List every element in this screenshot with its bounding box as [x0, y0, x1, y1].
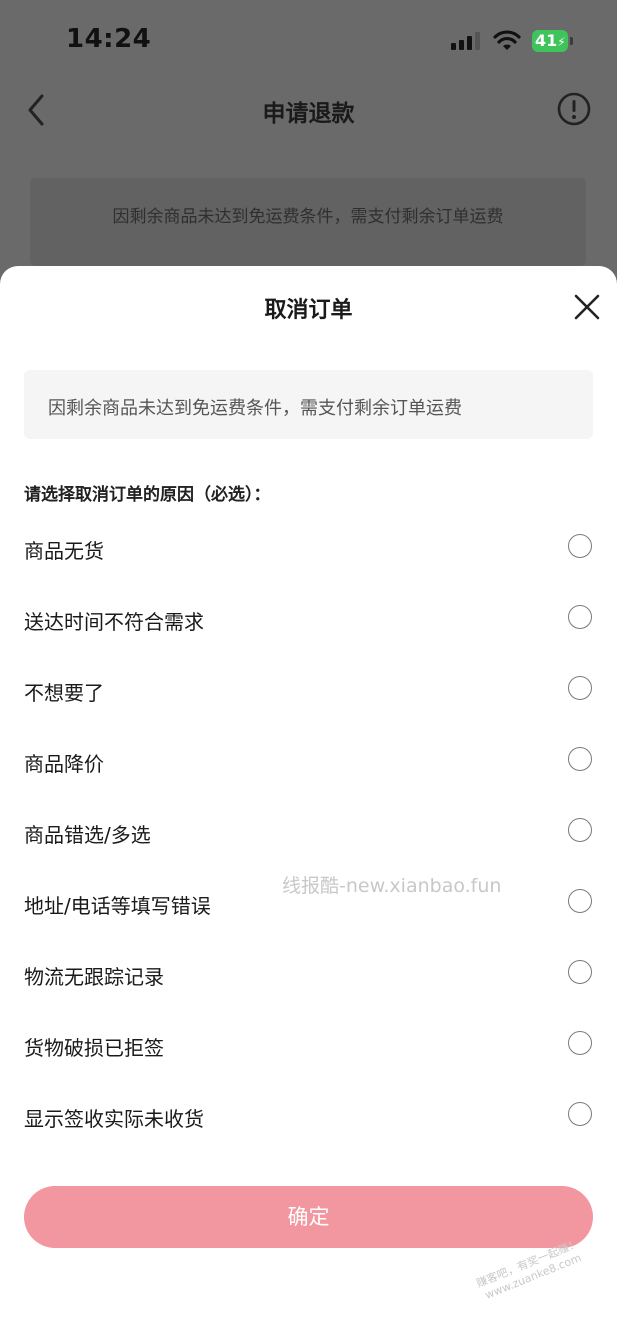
close-icon[interactable]	[573, 293, 601, 321]
reason-label: 商品降价	[24, 752, 104, 776]
info-icon[interactable]	[556, 91, 592, 127]
reason-option[interactable]: 物流无跟踪记录	[0, 937, 617, 1008]
battery-level: 41	[535, 31, 558, 50]
reason-option[interactable]: 显示签收实际未收货	[0, 1079, 617, 1150]
notice-text: 因剩余商品未达到免运费条件，需支付剩余订单运费	[48, 398, 462, 419]
reason-option[interactable]: 送达时间不符合需求	[0, 582, 617, 653]
reason-option[interactable]: 不想要了	[0, 653, 617, 724]
reason-option[interactable]: 商品无货	[0, 511, 617, 582]
background-notice: 因剩余商品未达到免运费条件，需支付剩余订单运费	[30, 178, 586, 266]
reason-label: 商品无货	[24, 539, 104, 563]
reason-label: 商品错选/多选	[24, 823, 151, 847]
reason-label: 送达时间不符合需求	[24, 610, 204, 634]
radio-button[interactable]	[568, 818, 592, 842]
confirm-button[interactable]: 确定	[24, 1186, 593, 1248]
cancel-order-sheet: 取消订单 因剩余商品未达到免运费条件，需支付剩余订单运费 请选择取消订单的原因（…	[0, 266, 617, 1334]
sheet-title: 取消订单	[264, 298, 353, 323]
cellular-signal-icon	[451, 32, 481, 50]
radio-button[interactable]	[568, 747, 592, 771]
radio-button[interactable]	[568, 676, 592, 700]
page-title: 申请退款	[262, 101, 355, 127]
reason-label: 物流无跟踪记录	[24, 965, 164, 989]
reason-label: 显示签收实际未收货	[24, 1107, 204, 1131]
reason-label: 货物破损已拒签	[24, 1036, 164, 1060]
reason-option[interactable]: 货物破损已拒签	[0, 1008, 617, 1079]
reason-option[interactable]: 商品错选/多选	[0, 795, 617, 866]
nav-bar: 申请退款	[0, 80, 617, 140]
reason-option[interactable]: 商品降价	[0, 724, 617, 795]
radio-button[interactable]	[568, 889, 592, 913]
status-time: 14:24	[66, 24, 152, 54]
radio-button[interactable]	[568, 605, 592, 629]
radio-button[interactable]	[568, 1102, 592, 1126]
radio-button[interactable]	[568, 1031, 592, 1055]
battery-tip	[570, 37, 573, 45]
status-bar: 14:24 41⚡	[0, 0, 617, 80]
wifi-icon	[493, 30, 521, 50]
reason-prompt: 请选择取消订单的原因（必选）：	[24, 485, 271, 505]
radio-button[interactable]	[568, 960, 592, 984]
reason-label: 不想要了	[24, 681, 104, 705]
battery-icon: 41⚡	[532, 30, 568, 52]
radio-button[interactable]	[568, 534, 592, 558]
background-notice-text: 因剩余商品未达到免运费条件，需支付剩余订单运费	[112, 207, 504, 227]
watermark: 线报酷-new.xianbao.fun	[282, 875, 502, 897]
reason-label: 地址/电话等填写错误	[24, 894, 211, 918]
shipping-fee-notice: 因剩余商品未达到免运费条件，需支付剩余订单运费	[24, 370, 593, 439]
